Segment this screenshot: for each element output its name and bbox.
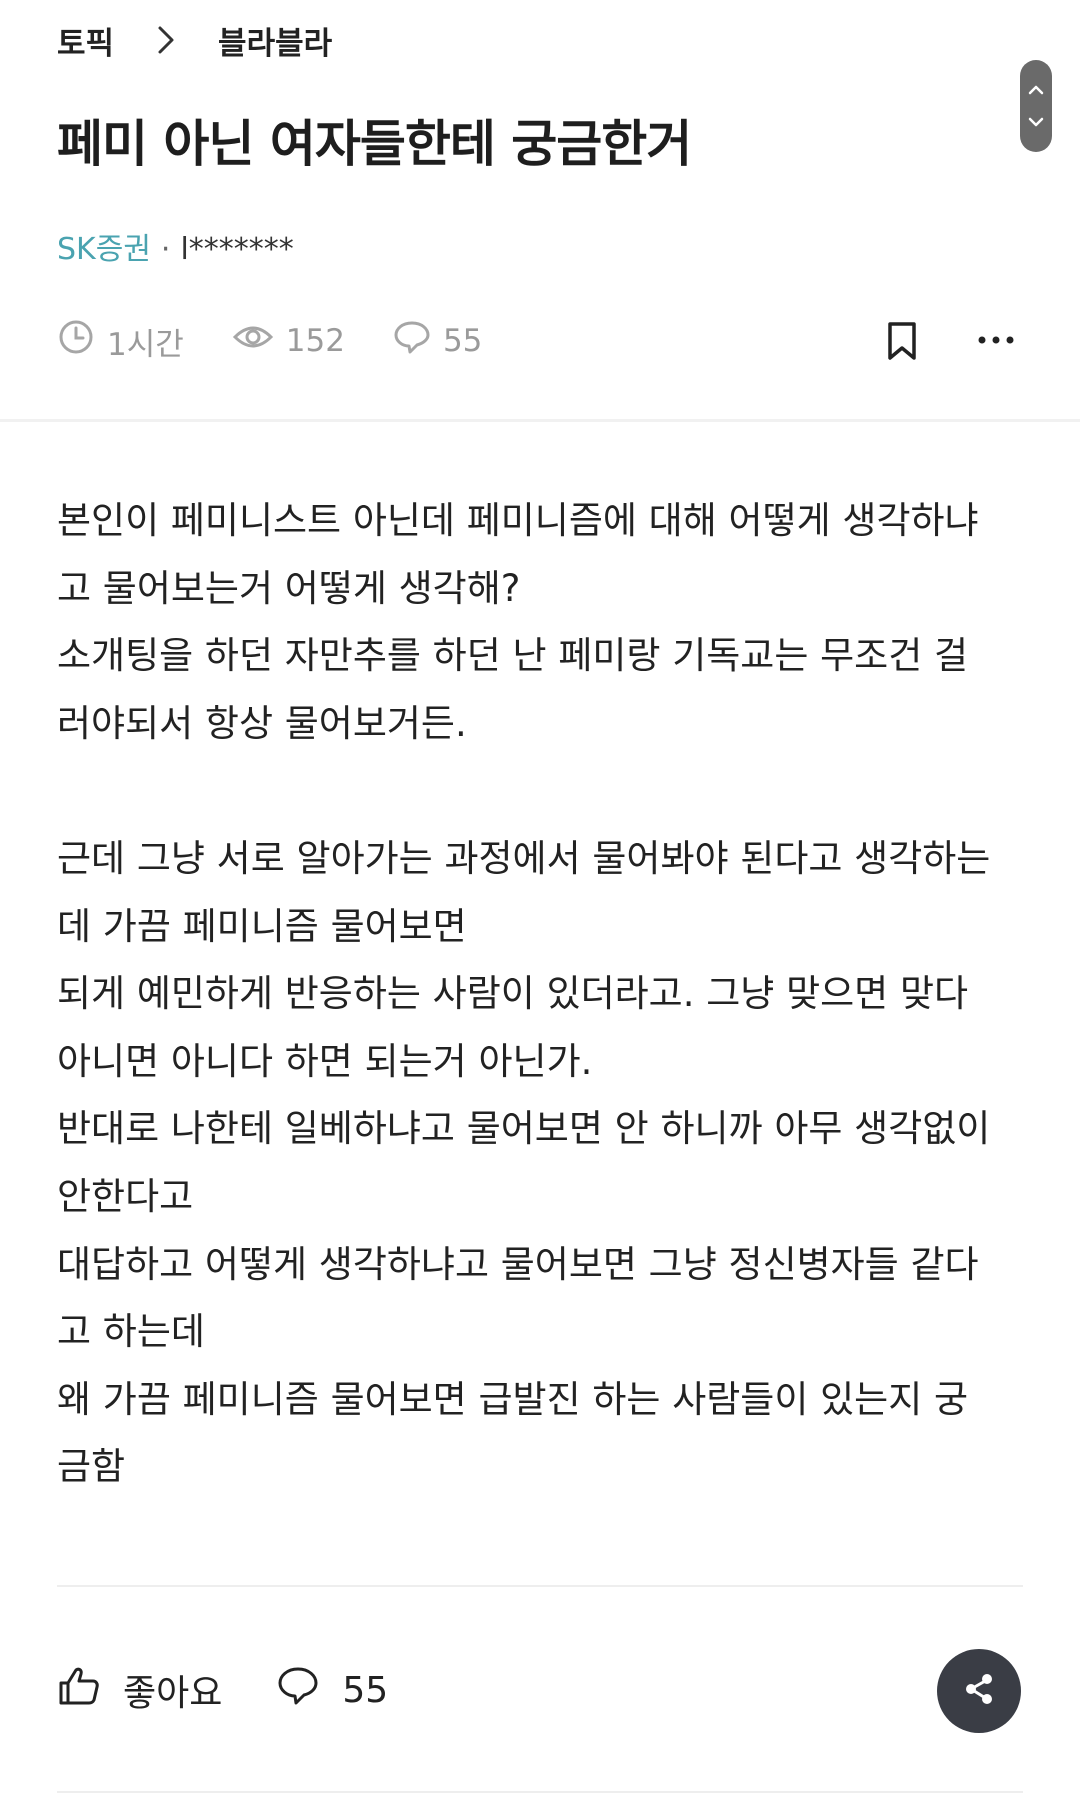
eye-icon: [232, 322, 286, 360]
post-views-count: 152: [285, 323, 345, 359]
post-meta: 1시간 152 55: [57, 318, 530, 364]
scroll-up-icon: [1028, 85, 1044, 95]
post-time: 1시간: [57, 318, 184, 364]
post-comments: 55: [393, 319, 482, 363]
body-divider: [57, 1585, 1023, 1587]
post-time-text: 1시간: [107, 326, 184, 363]
like-button[interactable]: 좋아요: [57, 1664, 222, 1716]
body-line-blank: [57, 757, 1032, 825]
like-label: 좋아요: [123, 1673, 223, 1714]
breadcrumb-board[interactable]: 블라블라: [218, 18, 332, 63]
author-company[interactable]: SK증권: [57, 228, 151, 272]
body-line: 되게 예민하게 반응하는 사람이 있더라고. 그냥 맞으면 맞다: [57, 972, 969, 1016]
header-divider: [0, 419, 1080, 422]
clock-icon: [57, 318, 107, 364]
comment-icon: [276, 1665, 342, 1716]
body-line: 러야되서 항상 물어보거든.: [57, 701, 467, 745]
more-icon[interactable]: [975, 325, 1017, 355]
author-nickname: l*******: [180, 232, 294, 267]
body-line: 왜 가끔 페미니즘 물어보면 급발진 하는 사람들이 있는지 궁: [57, 1377, 969, 1421]
bookmark-icon[interactable]: [884, 320, 920, 362]
scroll-control[interactable]: [1020, 60, 1052, 152]
chevron-right-icon: [142, 18, 190, 62]
scroll-down-icon: [1028, 117, 1044, 127]
post-body: 본인이 페미니스트 아닌데 페미니즘에 대해 어떻게 생각하냐 고 물어보는거 …: [57, 487, 1032, 1501]
share-button[interactable]: [937, 1649, 1021, 1733]
author-info: SK증권 · l*******: [57, 228, 294, 272]
body-line: 본인이 페미니스트 아닌데 페미니즘에 대해 어떻게 생각하냐: [57, 499, 979, 542]
comment-icon: [393, 319, 443, 363]
post-comments-count: 55: [442, 323, 483, 359]
body-line: 반대로 나한테 일베하냐고 물어보면 안 하니까 아무 생각없이: [57, 1107, 991, 1151]
body-line: 안한다고: [57, 1174, 194, 1218]
thumbs-up-icon: [57, 1665, 123, 1716]
body-line: 고 물어보는거 어떻게 생각해?: [57, 566, 521, 610]
body-line: 데 가끔 페미니즘 물어보면: [57, 904, 467, 948]
author-separator: ·: [160, 232, 171, 267]
body-line: 대답하고 어떻게 생각하냐고 물어보면 그냥 정신병자들 같다: [57, 1242, 979, 1286]
body-line: 소개팅을 하던 자만추를 하던 난 페미랑 기독교는 무조건 걸: [57, 634, 969, 678]
post-actions: 좋아요 55: [57, 1660, 442, 1720]
comment-count: 55: [342, 1669, 389, 1711]
body-line: 금함: [57, 1445, 126, 1489]
comment-button[interactable]: 55: [276, 1665, 388, 1716]
body-line: 고 하는데: [57, 1310, 205, 1354]
footer-divider: [57, 1791, 1023, 1793]
body-line: 아니면 아니다 하면 되는거 아닌가.: [57, 1039, 593, 1083]
breadcrumb-topic[interactable]: 토픽: [57, 18, 114, 63]
post-views: 152: [232, 322, 345, 360]
share-icon: [959, 1669, 999, 1713]
post-title: 페미 아닌 여자들한테 궁금한거: [57, 115, 692, 173]
body-line: 근데 그냥 서로 알아가는 과정에서 물어봐야 된다고 생각하는: [57, 836, 991, 880]
breadcrumb: 토픽 블라블라: [57, 18, 332, 62]
